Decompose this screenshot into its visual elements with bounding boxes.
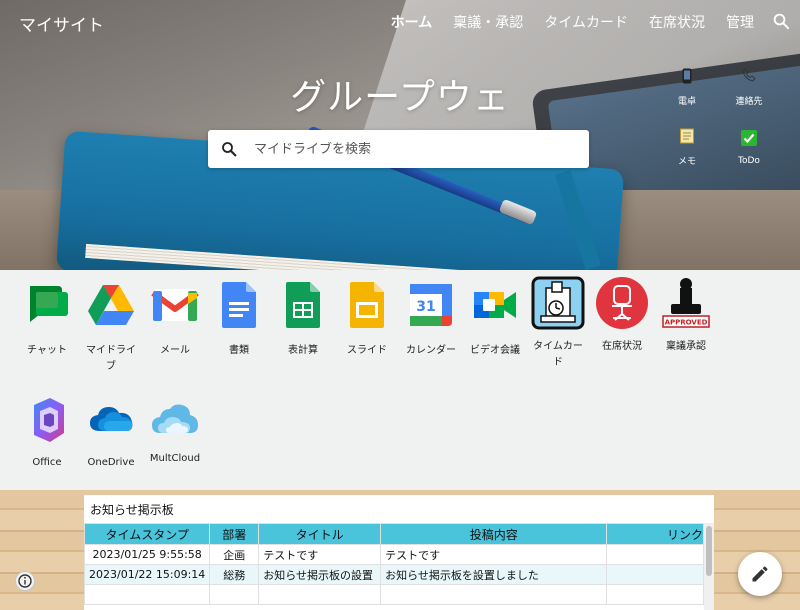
info-icon (18, 574, 32, 588)
google-slides-icon (350, 282, 384, 328)
nav-approval[interactable]: 稟議・承認 (453, 12, 523, 32)
app-multcloud[interactable]: MultCloud (148, 395, 202, 467)
google-drive-icon (88, 285, 134, 325)
nav-admin[interactable]: 管理 (726, 12, 754, 32)
info-button[interactable] (15, 571, 35, 591)
nav-timecard[interactable]: タイムカード (544, 12, 628, 32)
app-slides[interactable]: スライド (340, 280, 394, 359)
stamp-text: APPROVED (665, 319, 708, 327)
timecard-icon (531, 276, 585, 330)
gmail-icon (151, 289, 199, 321)
google-meet-icon (474, 292, 516, 318)
table-header-row: タイムスタンプ 部署 タイトル 投稿内容 リンク (83, 523, 704, 545)
top-nav: ホーム 稟議・承認 タイムカード 在席状況 管理 (370, 12, 754, 32)
board-title: お知らせ掲示板 (90, 503, 174, 517)
cell-timestamp: 2023/01/25 9:55:58 (83, 544, 211, 565)
cell-timestamp (83, 584, 211, 605)
cell-content (380, 584, 608, 605)
app-chat[interactable]: チャット (20, 280, 74, 359)
table-scrollbar[interactable] (704, 523, 714, 610)
pencil-icon (752, 566, 768, 582)
cell-title: テストです (258, 544, 382, 565)
table-row[interactable]: 2023/01/22 15:09:14 総務 お知らせ掲示板の設置 お知らせ掲示… (83, 564, 704, 585)
cell-link (606, 584, 704, 605)
column-content[interactable]: 投稿内容 (380, 523, 608, 545)
search-icon[interactable] (772, 12, 790, 30)
drive-search-input[interactable] (254, 141, 574, 157)
app-onedrive[interactable]: OneDrive (84, 395, 138, 471)
calendar-day: 31 (416, 299, 435, 315)
quick-link-memo[interactable]: メモ (662, 128, 712, 167)
app-office[interactable]: Office (20, 395, 74, 471)
approved-stamp-icon: APPROVED (662, 278, 710, 328)
table-row[interactable]: 2023/01/25 9:55:58 企画 テストです テストです (83, 544, 704, 565)
quick-link-todo[interactable]: ToDo (724, 130, 774, 166)
onedrive-icon (90, 407, 133, 431)
telephone-icon (724, 68, 774, 84)
site-title[interactable]: マイサイト (19, 11, 104, 36)
cell-link (606, 544, 704, 565)
cell-content: お知らせ掲示板を設置しました (380, 564, 608, 585)
google-docs-icon (222, 282, 256, 328)
cell-department: 総務 (209, 564, 260, 585)
google-chat-icon (30, 286, 68, 322)
app-sheets[interactable]: 表計算 (276, 280, 330, 359)
office-icon (34, 398, 64, 442)
notice-table: タイムスタンプ 部署 タイトル 投稿内容 リンク 2023/01/25 9:55… (83, 523, 704, 605)
cell-title (258, 584, 382, 605)
cell-title: お知らせ掲示板の設置 (258, 564, 382, 585)
drive-search-box[interactable] (208, 130, 589, 168)
cell-timestamp: 2023/01/22 15:09:14 (83, 564, 211, 585)
app-presence[interactable]: 在席状況 (595, 276, 649, 355)
column-link[interactable]: リンク (606, 523, 704, 545)
multcloud-icon (152, 404, 198, 433)
cell-department (209, 584, 260, 605)
column-timestamp[interactable]: タイムスタンプ (83, 523, 211, 545)
cell-department: 企画 (209, 544, 260, 565)
cell-link (606, 564, 704, 585)
google-calendar-icon: 31 (410, 284, 452, 326)
quick-link-contacts[interactable]: 連絡先 (724, 68, 774, 107)
column-department[interactable]: 部署 (209, 523, 260, 545)
nav-presence[interactable]: 在席状況 (649, 12, 705, 32)
quick-link-calculator[interactable]: 電卓 (662, 68, 712, 107)
app-approval[interactable]: APPROVED 稟議承認 (659, 276, 713, 355)
app-drive[interactable]: マイドライブ (84, 280, 138, 375)
phone-icon (662, 68, 712, 84)
edit-fab-button[interactable] (738, 552, 782, 596)
app-timecard[interactable]: タイムカード (531, 276, 585, 371)
memo-icon (662, 128, 712, 144)
cell-content: テストです (380, 544, 608, 565)
table-row[interactable] (83, 584, 704, 605)
nav-home[interactable]: ホーム (391, 12, 433, 32)
app-calendar[interactable]: 31 カレンダー (404, 280, 458, 359)
app-docs[interactable]: 書類 (212, 280, 266, 359)
search-icon (222, 142, 237, 157)
check-icon (724, 130, 774, 146)
google-sheets-icon (286, 282, 320, 328)
app-meet[interactable]: ビデオ会議 (468, 280, 522, 359)
column-title[interactable]: タイトル (258, 523, 382, 545)
chair-icon (596, 277, 648, 329)
app-mail[interactable]: メール (148, 280, 202, 359)
notice-board: お知らせ掲示板 タイムスタンプ 部署 タイトル 投稿内容 リンク 2023/01… (83, 495, 714, 610)
